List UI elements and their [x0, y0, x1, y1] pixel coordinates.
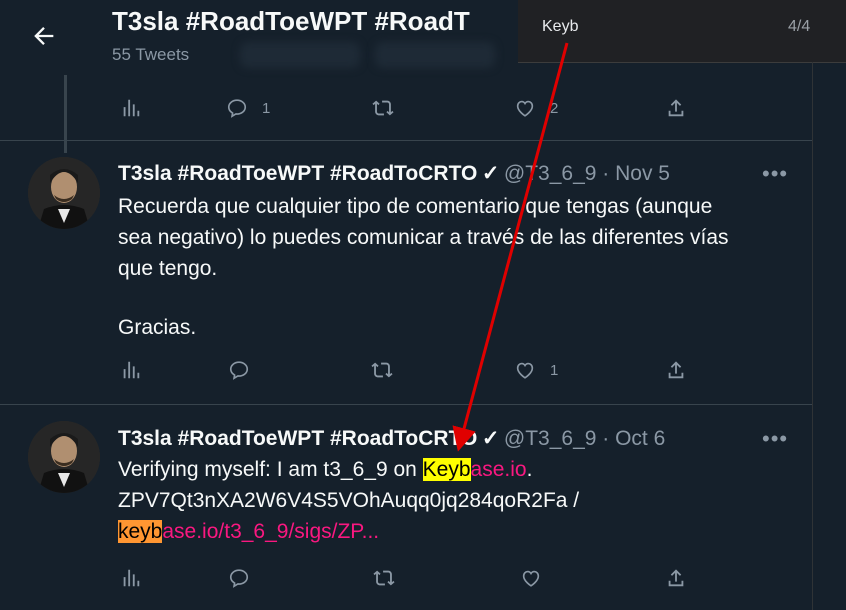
text-line: que tengo. [118, 257, 218, 280]
find-highlight-current[interactable]: Keyb [422, 458, 471, 481]
reply-button[interactable]: 1 [226, 93, 270, 123]
tweet-header: T3sla #RoadToeWPT #RoadToCRTO ✓ @T3_6_9 … [118, 426, 665, 451]
reply-icon [229, 361, 249, 380]
like-icon [522, 570, 540, 587]
text-segment: Verifying myself: I am t3_6_9 on [118, 458, 423, 481]
find-input[interactable]: Keyb [542, 18, 578, 36]
analytics-button[interactable] [120, 563, 142, 593]
handle-date[interactable]: @T3_6_9 · Oct 6 [504, 427, 665, 450]
analytics-button[interactable] [120, 355, 142, 385]
tweet-header: T3sla #RoadToeWPT #RoadToCRTO ✓ @T3_6_9 … [118, 161, 670, 186]
like-count: 2 [550, 99, 559, 117]
share-icon [668, 99, 684, 117]
retweet-button[interactable] [372, 93, 394, 123]
blurred-area [240, 42, 360, 68]
find-match-count: 4/4 [788, 18, 811, 35]
portrait-image [28, 421, 100, 493]
verified-badge: ✓ [481, 162, 500, 185]
text-line: Verifying myself: I am t3_6_9 on Keybase… [118, 454, 808, 485]
analytics-icon [123, 99, 140, 117]
like-button[interactable] [520, 563, 542, 593]
reply-icon [229, 569, 249, 588]
text-line: Gracias. [118, 316, 197, 339]
tweet-count: 55 Tweets [112, 45, 190, 64]
share-button[interactable] [665, 355, 687, 385]
verified-badge: ✓ [481, 427, 500, 450]
share-icon [668, 361, 684, 379]
text-line: keybase.io/t3_6_9/sigs/ZP... [118, 516, 808, 547]
find-bar: Keyb 4/4 [518, 0, 846, 63]
reply-icon [227, 99, 247, 118]
more-icon[interactable]: ••• [762, 161, 788, 187]
blurred-area [375, 42, 495, 68]
share-icon [668, 569, 684, 587]
more-icon[interactable]: ••• [762, 426, 788, 452]
analytics-button[interactable] [120, 93, 142, 123]
share-button[interactable] [665, 93, 687, 123]
link[interactable]: ase.io/t3_6_9/sigs/ZP... [162, 520, 379, 543]
portrait-image [28, 157, 100, 229]
tweet[interactable]: T3sla #RoadToeWPT #RoadToCRTO ✓ @T3_6_9 … [0, 141, 812, 403]
like-count: 1 [550, 361, 559, 379]
text-segment: . [526, 458, 533, 481]
display-name[interactable]: T3sla #RoadToeWPT #RoadToCRTO [118, 162, 477, 185]
back-arrow-icon[interactable] [30, 22, 58, 50]
text-line: sea negativo) lo puedes comunicar a trav… [118, 226, 729, 249]
retweet-icon [373, 570, 395, 586]
reply-count: 1 [262, 99, 271, 117]
analytics-icon [123, 361, 140, 379]
timeline-border [812, 62, 813, 610]
retweet-icon [372, 100, 394, 116]
tweet-actions [0, 563, 812, 599]
handle-date[interactable]: @T3_6_9 · Nov 5 [504, 162, 670, 185]
retweet-icon [371, 362, 393, 378]
retweet-button[interactable] [373, 563, 395, 593]
share-button[interactable] [665, 563, 687, 593]
tweet-text: Verifying myself: I am t3_6_9 on Keybase… [118, 454, 808, 547]
tweet[interactable]: T3sla #RoadToeWPT #RoadToCRTO ✓ @T3_6_9 … [0, 405, 812, 610]
page-title: T3sla #RoadToeWPT #RoadT [112, 6, 470, 36]
tweet-text: Recuerda que cualquier tipo de comentari… [118, 191, 808, 343]
link[interactable]: ase.io [471, 458, 527, 481]
like-icon [516, 100, 534, 117]
reply-button[interactable] [228, 355, 264, 385]
avatar[interactable] [28, 157, 100, 229]
like-button[interactable]: 2 [514, 93, 558, 123]
text-line: ZPV7Qt3nXA2W6V4S5VOhAuqq0jq284qoR2Fa / [118, 489, 580, 512]
tweet-actions: 1 2 [0, 93, 812, 129]
like-icon [516, 362, 534, 379]
text-line: Recuerda que cualquier tipo de comentari… [118, 195, 713, 218]
retweet-button[interactable] [371, 355, 393, 385]
display-name[interactable]: T3sla #RoadToeWPT #RoadToCRTO [118, 427, 477, 450]
reply-button[interactable] [228, 563, 250, 593]
find-highlight[interactable]: keyb [118, 520, 163, 543]
analytics-icon [123, 569, 140, 587]
like-button[interactable]: 1 [514, 355, 558, 385]
tweet-actions: 1 [0, 355, 812, 391]
avatar[interactable] [28, 421, 100, 493]
